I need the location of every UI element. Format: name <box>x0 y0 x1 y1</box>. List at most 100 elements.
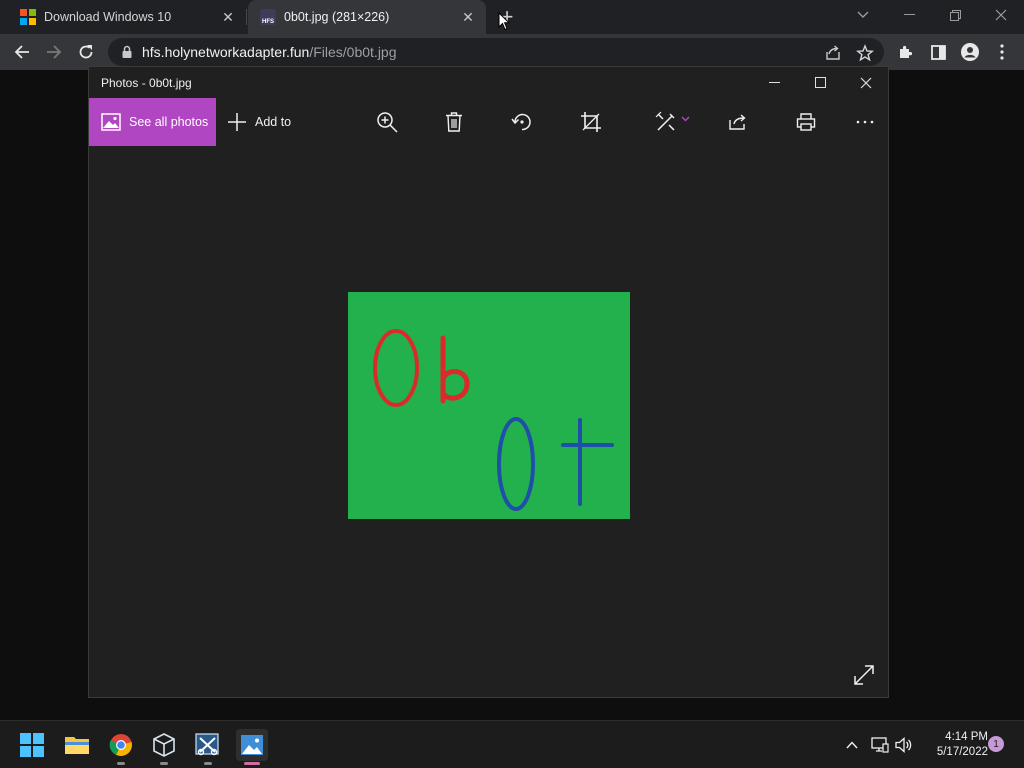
minimize-icon <box>768 81 780 83</box>
extensions-button[interactable] <box>896 42 916 62</box>
printer-icon <box>796 113 816 131</box>
photos-taskbar-button[interactable] <box>236 729 268 765</box>
minimize-button[interactable] <box>886 0 932 30</box>
browser-toolbar: hfs.holynetworkadapter.fun/Files/0b0t.jp… <box>0 34 1024 70</box>
bookmark-star-icon[interactable] <box>856 44 874 62</box>
back-button[interactable] <box>8 38 36 66</box>
folder-icon <box>65 737 89 754</box>
trash-icon <box>446 112 462 132</box>
reload-icon <box>79 45 93 59</box>
url-path: /Files/0b0t.jpg <box>309 44 397 60</box>
speaker-icon <box>895 737 912 753</box>
tab-divider <box>246 9 247 25</box>
edit-tools-icon <box>655 111 675 131</box>
avatar-icon <box>961 43 979 61</box>
chevron-down-icon <box>681 116 689 122</box>
puzzle-icon <box>900 45 913 58</box>
system-clock[interactable]: 4:14 PM 5/17/2022 <box>920 730 988 760</box>
delete-button[interactable] <box>442 110 466 134</box>
clock-date: 5/17/2022 <box>936 746 988 758</box>
add-to-button[interactable]: Add to <box>227 98 291 146</box>
minimize-icon <box>903 14 915 15</box>
start-button[interactable] <box>16 729 48 761</box>
rotate-icon <box>511 113 531 131</box>
close-button[interactable] <box>978 0 1024 30</box>
volume-button[interactable] <box>894 735 914 755</box>
chrome-icon <box>109 734 132 756</box>
full-screen-button[interactable] <box>853 664 875 686</box>
forward-button[interactable] <box>40 38 68 66</box>
maximize-icon <box>814 77 826 88</box>
windows-logo-icon <box>20 9 36 25</box>
zoom-in-icon <box>377 112 398 133</box>
taskbar: 4:14 PM 5/17/2022 <box>0 720 1024 768</box>
tab-download-windows[interactable]: Download Windows 10 ✕ <box>0 0 246 34</box>
more-vertical-icon <box>1000 44 1004 60</box>
arrow-right-icon <box>47 45 62 59</box>
more-horizontal-icon <box>856 120 874 124</box>
add-to-label: Add to <box>255 115 292 129</box>
crop-button[interactable] <box>579 110 603 134</box>
close-icon <box>860 77 872 88</box>
tab-search-button[interactable] <box>840 0 886 30</box>
clock-time: 4:14 PM <box>945 731 988 743</box>
windows-start-icon <box>20 733 44 757</box>
running-indicator <box>160 762 168 765</box>
show-hidden-icons-button[interactable] <box>842 735 862 755</box>
tab-image[interactable]: HFS 0b0t.jpg (281×226) ✕ <box>248 0 486 34</box>
restore-icon <box>949 9 961 21</box>
active-indicator <box>244 762 260 765</box>
more-options-button[interactable] <box>853 110 877 134</box>
photos-maximize-button[interactable] <box>797 67 843 98</box>
see-all-photos-label: See all photos <box>129 115 209 129</box>
print-button[interactable] <box>794 110 818 134</box>
tab-close-icon[interactable]: ✕ <box>460 9 476 25</box>
zoom-button[interactable] <box>375 110 399 134</box>
chrome-taskbar-button[interactable] <box>105 729 137 765</box>
window-title: Photos - 0b0t.jpg <box>101 75 192 90</box>
edit-dropdown-button[interactable] <box>649 110 695 134</box>
snipping-tool-taskbar-button[interactable] <box>192 729 224 765</box>
reload-button[interactable] <box>72 38 100 66</box>
picture-icon <box>101 113 121 131</box>
share-button[interactable] <box>726 110 750 134</box>
chevron-down-icon <box>857 11 869 18</box>
address-bar[interactable]: hfs.holynetworkadapter.fun/Files/0b0t.jp… <box>108 38 884 66</box>
displayed-photo[interactable] <box>348 292 630 519</box>
url-host: hfs.holynetworkadapter.fun <box>142 44 310 60</box>
network-icon <box>871 737 889 753</box>
photos-app-icon <box>241 735 263 755</box>
tab-title: 0b0t.jpg (281×226) <box>284 10 390 24</box>
virtualbox-taskbar-button[interactable] <box>148 729 180 765</box>
rotate-button[interactable] <box>510 110 534 134</box>
profile-button[interactable] <box>960 42 980 62</box>
lock-icon[interactable] <box>120 45 134 59</box>
arrow-left-icon <box>14 45 29 59</box>
cube-icon <box>153 733 175 757</box>
menu-button[interactable] <box>992 42 1012 62</box>
share-icon <box>729 114 746 130</box>
tab-close-icon[interactable]: ✕ <box>220 9 236 25</box>
side-panel-icon <box>930 44 946 60</box>
share-icon[interactable] <box>824 44 842 62</box>
hfs-icon: HFS <box>260 9 276 25</box>
tab-strip: Download Windows 10 ✕ HFS 0b0t.jpg (281×… <box>0 0 1024 34</box>
tab-title: Download Windows 10 <box>44 10 172 24</box>
notification-badge[interactable]: 1 <box>988 736 1004 752</box>
photos-command-bar: See all photos Add to <box>89 98 888 146</box>
photos-minimize-button[interactable] <box>751 67 797 98</box>
photos-window: Photos - 0b0t.jpg See all photos Add to <box>88 66 889 698</box>
running-indicator <box>204 762 212 765</box>
plus-icon <box>228 113 246 131</box>
close-icon <box>995 9 1007 21</box>
restore-button[interactable] <box>932 0 978 30</box>
side-panel-button[interactable] <box>928 42 948 62</box>
photos-close-button[interactable] <box>843 67 889 98</box>
snipping-tool-icon <box>195 733 219 756</box>
see-all-photos-button[interactable]: See all photos <box>89 98 216 146</box>
expand-icon <box>854 665 874 685</box>
crop-icon <box>581 112 601 132</box>
running-indicator <box>117 762 125 765</box>
file-explorer-button[interactable] <box>61 729 93 761</box>
network-button[interactable] <box>870 735 890 755</box>
